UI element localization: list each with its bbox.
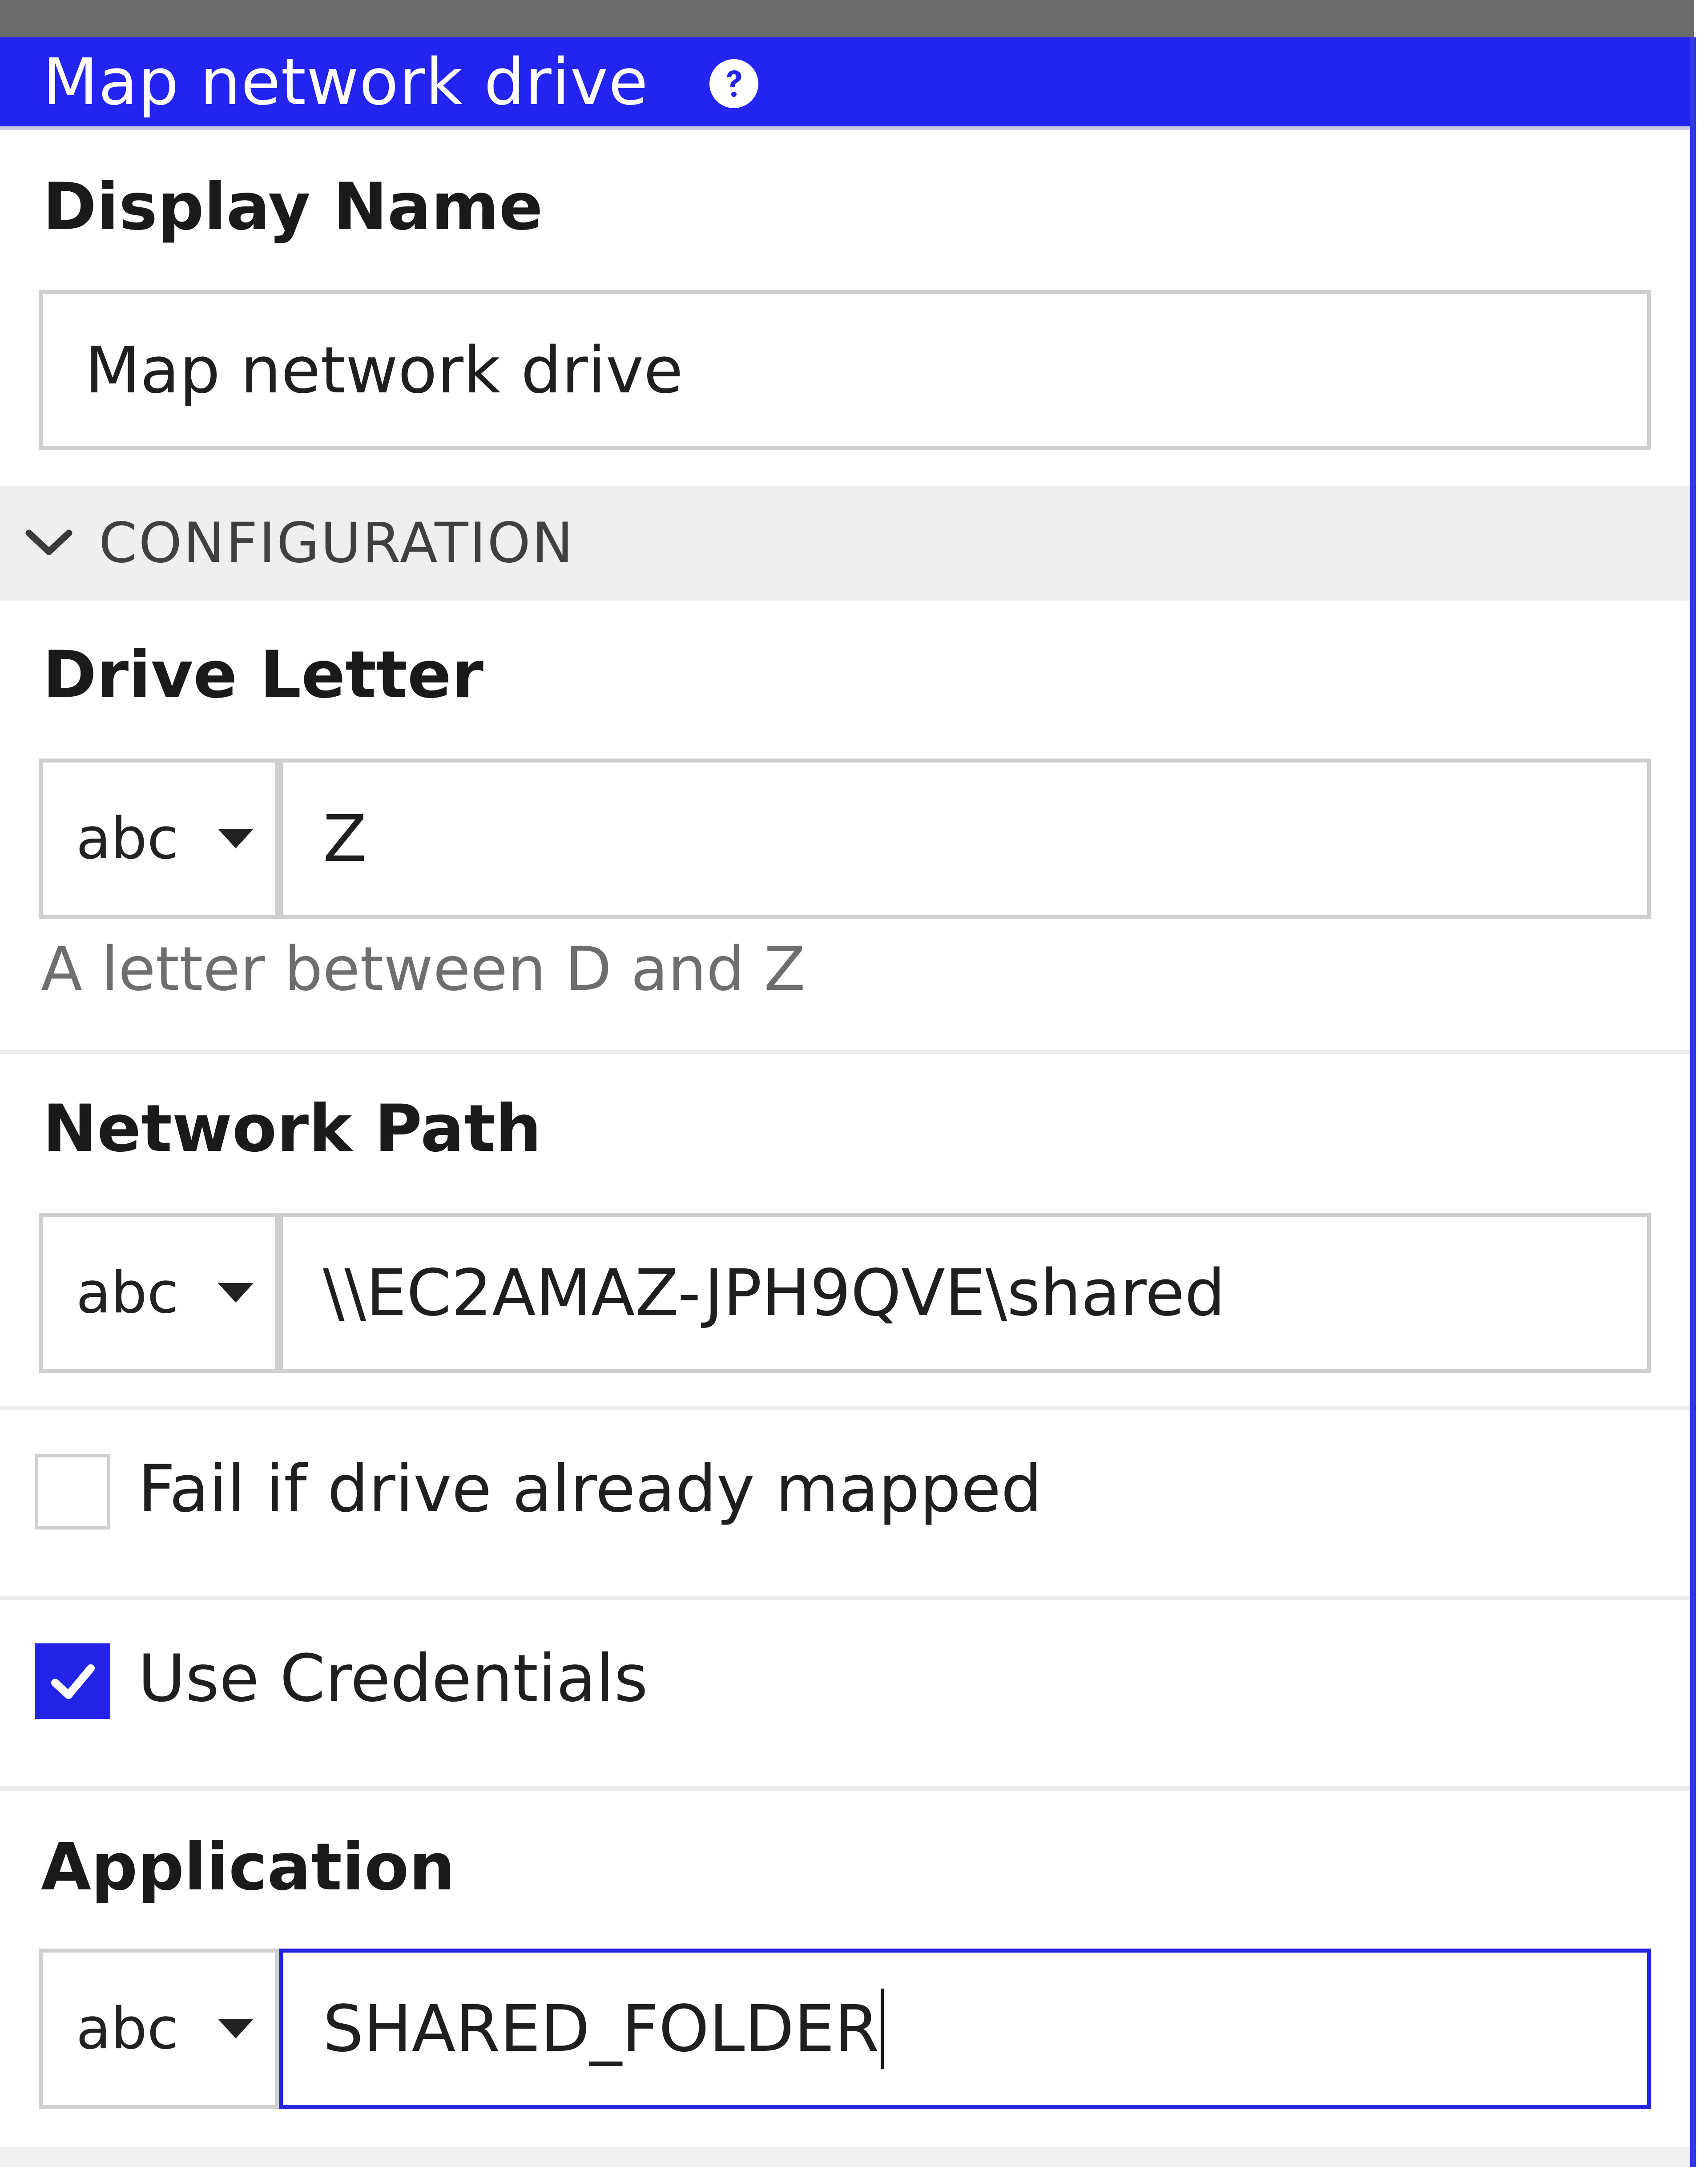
type-value: abc — [76, 1995, 179, 2062]
caret-down-icon — [218, 2019, 254, 2038]
use-credentials-checkbox[interactable] — [35, 1643, 110, 1719]
network-path-value: \\EC2AMAZ-JPH9QVE\shared — [323, 1255, 1225, 1330]
display-name-label: Display Name — [43, 169, 543, 245]
display-name-input[interactable]: Map network drive — [39, 290, 1651, 450]
section-divider — [0, 1406, 1690, 1410]
network-path-type-select[interactable]: abc — [39, 1213, 279, 1373]
application-label: Application — [41, 1829, 455, 1905]
display-name-value: Map network drive — [85, 333, 683, 408]
application-input[interactable]: SHARED_FOLDER — [279, 1949, 1651, 2109]
section-divider — [0, 1786, 1690, 1791]
caret-down-icon — [218, 1283, 254, 1303]
fail-if-mapped-label: Fail if drive already mapped — [138, 1451, 1043, 1527]
map-network-drive-panel: Map network drive Display Name Map netwo… — [0, 0, 1708, 2167]
configuration-section-header[interactable]: CONFIGURATION — [0, 486, 1690, 601]
drive-letter-hint: A letter between D and Z — [41, 934, 806, 1005]
panel-top-strip — [0, 0, 1694, 37]
panel-title: Map network drive — [43, 44, 649, 119]
caret-down-icon — [218, 829, 254, 848]
application-type-select[interactable]: abc — [39, 1949, 279, 2109]
panel-title-bar: Map network drive — [0, 37, 1690, 130]
question-circle-icon[interactable] — [707, 57, 761, 110]
drive-letter-input[interactable]: Z — [279, 759, 1651, 919]
drive-letter-value: Z — [323, 801, 367, 876]
text-cursor — [881, 1989, 885, 2069]
section-divider — [0, 1596, 1690, 1600]
configuration-label: CONFIGURATION — [99, 511, 575, 575]
panel-bottom-band — [0, 2147, 1690, 2167]
network-path-label: Network Path — [43, 1091, 542, 1166]
network-path-input[interactable]: \\EC2AMAZ-JPH9QVE\shared — [279, 1213, 1651, 1373]
drive-letter-label: Drive Letter — [43, 637, 483, 713]
panel-right-border — [1690, 37, 1696, 2167]
use-credentials-label: Use Credentials — [138, 1641, 648, 1716]
section-divider — [0, 1050, 1690, 1054]
application-value: SHARED_FOLDER — [323, 1991, 879, 2066]
drive-letter-type-select[interactable]: abc — [39, 759, 279, 919]
checkmark-icon — [51, 1664, 95, 1699]
chevron-down-icon — [25, 529, 73, 555]
fail-if-mapped-checkbox[interactable] — [35, 1454, 110, 1529]
type-value: abc — [76, 1259, 179, 1326]
type-value: abc — [76, 805, 179, 872]
